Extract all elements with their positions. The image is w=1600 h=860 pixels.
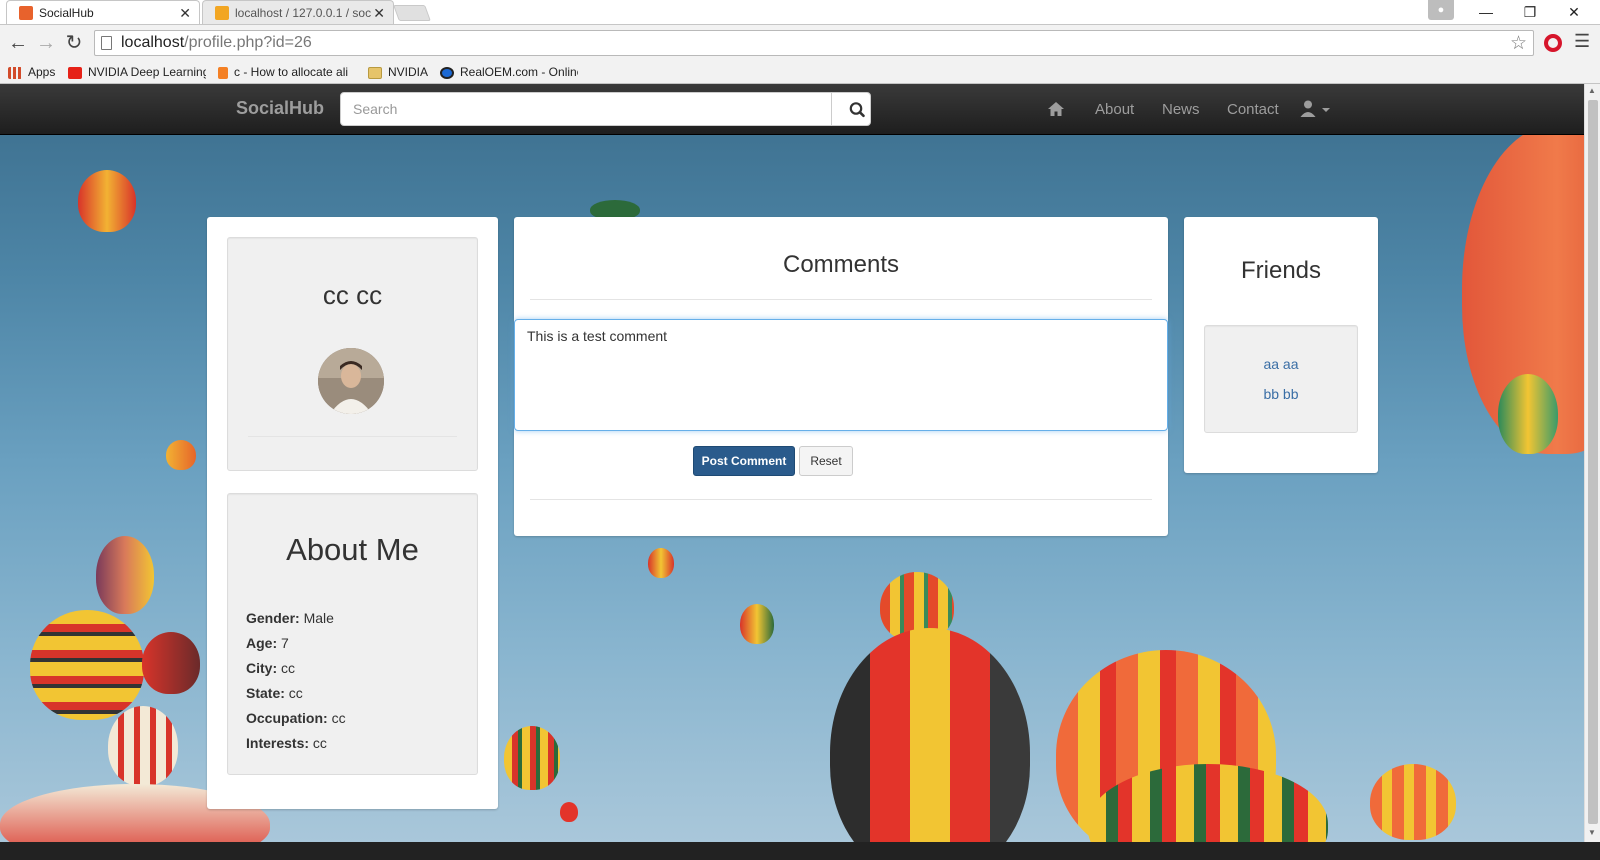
new-tab-button[interactable] bbox=[393, 5, 431, 21]
search-input[interactable] bbox=[340, 92, 832, 126]
browser-toolbar: ← → ↻ localhost/profile.php?id=26 ☆ ☰ bbox=[0, 24, 1600, 60]
tab-title: SocialHub bbox=[39, 6, 94, 20]
about-city: City: cc bbox=[246, 660, 296, 676]
bookmark-label: NVIDIA Deep Learning bbox=[88, 65, 206, 79]
site-navbar: SocialHub About News Contact bbox=[0, 84, 1584, 135]
url-host: localhost bbox=[121, 34, 185, 51]
nav-news[interactable]: News bbox=[1162, 101, 1200, 118]
friend-link[interactable]: aa aa bbox=[1205, 356, 1357, 372]
about-age: Age: 7 bbox=[246, 635, 289, 651]
back-arrow-icon[interactable]: ← bbox=[4, 29, 32, 57]
reset-button[interactable]: Reset bbox=[799, 446, 853, 476]
comments-heading: Comments bbox=[782, 251, 900, 278]
search-icon bbox=[849, 102, 865, 118]
address-url: localhost/profile.php?id=26 bbox=[121, 34, 312, 52]
bookmark-stackoverflow[interactable]: c - How to allocate ali bbox=[218, 60, 358, 84]
about-state: State: cc bbox=[246, 685, 303, 701]
close-tab-icon[interactable]: ✕ bbox=[373, 1, 385, 24]
friends-heading: Friends bbox=[1240, 257, 1322, 284]
reload-icon[interactable]: ↻ bbox=[60, 29, 88, 57]
folder-icon bbox=[368, 66, 382, 79]
browser-menu-icon[interactable]: ☰ bbox=[1574, 31, 1590, 52]
avatar-photo-icon bbox=[318, 348, 384, 414]
bookmark-realoem[interactable]: RealOEM.com - Online bbox=[440, 60, 578, 84]
page-icon bbox=[101, 36, 112, 50]
about-me-details: Gender: Male Age: 7 City: cc State: cc O… bbox=[246, 606, 346, 756]
bmw-icon bbox=[440, 66, 454, 79]
bookmark-star-icon[interactable]: ☆ bbox=[1510, 32, 1527, 55]
avatar[interactable] bbox=[318, 348, 384, 414]
window-close-button[interactable]: ✕ bbox=[1552, 0, 1596, 24]
divider bbox=[530, 299, 1152, 300]
scrollbar-thumb[interactable] bbox=[1588, 100, 1598, 824]
scroll-up-arrow-icon[interactable]: ▲ bbox=[1588, 86, 1596, 95]
stackoverflow-icon bbox=[218, 66, 228, 79]
apps-grid-icon bbox=[8, 66, 22, 79]
bookmark-folder-nvidia[interactable]: NVIDIA bbox=[368, 60, 432, 84]
bookmark-label: c - How to allocate ali bbox=[234, 65, 349, 79]
tab-title: localhost / 127.0.0.1 / soc bbox=[235, 6, 372, 20]
about-interests: Interests: cc bbox=[246, 735, 327, 751]
forward-arrow-icon[interactable]: → bbox=[32, 29, 60, 57]
user-dropdown-icon[interactable] bbox=[1300, 99, 1334, 119]
bookmark-label: Apps bbox=[28, 65, 56, 79]
page-footer-bar bbox=[0, 842, 1600, 860]
page-scrollbar[interactable]: ▲ ▼ bbox=[1584, 84, 1600, 842]
divider bbox=[530, 499, 1152, 500]
url-path: /profile.php?id=26 bbox=[184, 34, 312, 51]
profile-sidebar-panel: cc cc About Me Gender: Male Age: 7 City:… bbox=[207, 217, 498, 809]
brand-logo[interactable]: SocialHub bbox=[236, 98, 324, 119]
browser-profile-icon[interactable]: ● bbox=[1428, 0, 1454, 20]
divider bbox=[248, 436, 457, 437]
friend-link[interactable]: bb bb bbox=[1205, 386, 1357, 402]
about-gender: Gender: Male bbox=[246, 610, 334, 626]
scroll-down-arrow-icon[interactable]: ▼ bbox=[1588, 828, 1596, 837]
friends-panel: Friends aa aa bb bb bbox=[1184, 217, 1378, 473]
tab-socialhub[interactable]: SocialHub ✕ bbox=[6, 0, 200, 24]
about-me-heading: About Me bbox=[286, 532, 419, 567]
bookmark-nvidia-deep-learning[interactable]: NVIDIA Deep Learning bbox=[68, 60, 206, 84]
tab-phpmyadmin[interactable]: localhost / 127.0.0.1 / soc ✕ bbox=[202, 0, 394, 24]
bookmark-apps[interactable]: Apps bbox=[8, 60, 66, 84]
about-me-card: About Me Gender: Male Age: 7 City: cc St… bbox=[227, 493, 478, 775]
comment-textarea[interactable] bbox=[514, 319, 1168, 431]
address-bar[interactable]: localhost/profile.php?id=26 ☆ bbox=[94, 30, 1534, 56]
friends-list: aa aa bb bb bbox=[1204, 325, 1358, 433]
nav-about[interactable]: About bbox=[1095, 101, 1134, 118]
nav-contact[interactable]: Contact bbox=[1227, 101, 1279, 118]
opera-icon[interactable] bbox=[1544, 34, 1562, 52]
restore-button[interactable]: ❐ bbox=[1508, 0, 1552, 24]
bookmark-label: RealOEM.com - Online bbox=[460, 65, 578, 79]
bookmarks-bar: Apps NVIDIA Deep Learning c - How to all… bbox=[0, 60, 1600, 84]
comments-panel: Comments Post Comment Reset bbox=[514, 217, 1168, 536]
profile-card: cc cc bbox=[227, 237, 478, 471]
page-viewport: SocialHub About News Contact cc cc bbox=[0, 84, 1584, 842]
home-icon[interactable] bbox=[1046, 99, 1066, 119]
about-occupation: Occupation: cc bbox=[246, 710, 346, 726]
profile-name: cc cc bbox=[322, 280, 383, 310]
socialhub-favicon-icon bbox=[19, 6, 33, 20]
search-button[interactable] bbox=[831, 92, 871, 126]
browser-tabstrip: SocialHub ✕ localhost / 127.0.0.1 / soc … bbox=[0, 0, 1600, 24]
close-tab-icon[interactable]: ✕ bbox=[179, 1, 191, 24]
bookmark-label: NVIDIA bbox=[388, 65, 429, 79]
phpmyadmin-favicon-icon bbox=[215, 6, 229, 20]
minimize-button[interactable]: — bbox=[1464, 0, 1508, 24]
post-comment-button[interactable]: Post Comment bbox=[693, 446, 795, 476]
youtube-icon bbox=[68, 66, 82, 79]
